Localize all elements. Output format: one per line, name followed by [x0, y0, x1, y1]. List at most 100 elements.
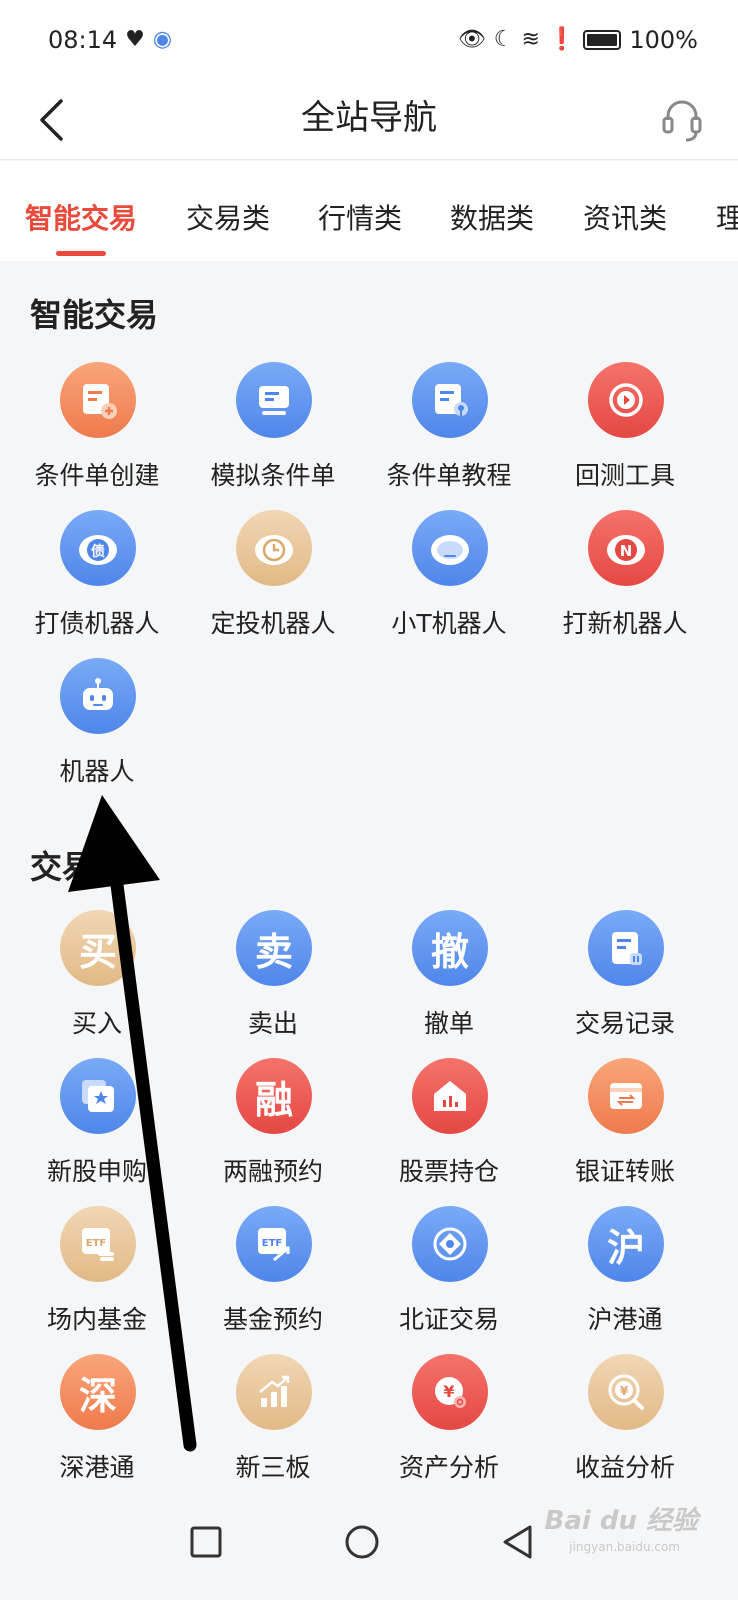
nav-item-fixed-investment-robot[interactable]: 定投机器人 — [181, 510, 365, 650]
circle-icon — [345, 1525, 379, 1559]
sh-hk-connect-icon: 沪 — [588, 1206, 664, 1282]
svg-text:债: 债 — [91, 543, 105, 560]
cancel-order-icon: 撤 — [412, 910, 488, 986]
nav-item-cancel-order[interactable]: 撤 撤单 — [357, 910, 541, 1050]
nav-item-stock-position[interactable]: 股票持仓 — [357, 1058, 541, 1198]
fixed-investment-robot-icon — [236, 510, 312, 586]
sz-hk-connect-icon: 深 — [60, 1354, 136, 1430]
fund-reserve-icon: ETF — [236, 1206, 312, 1282]
nav-item-condition-order-tutorial[interactable]: 条件单教程 — [357, 362, 541, 502]
item-label: 撤单 — [423, 1009, 474, 1038]
recent-apps-button[interactable] — [176, 1512, 236, 1572]
svg-text:¥: ¥ — [620, 1384, 629, 1398]
item-label: 模拟条件单 — [210, 461, 336, 490]
svg-text:¥: ¥ — [443, 1382, 454, 1401]
tab-trading[interactable]: 交易类 — [186, 197, 270, 237]
nav-item-buy[interactable]: 买 买入 — [5, 910, 189, 1050]
svg-text:ETF: ETF — [262, 1238, 282, 1249]
item-label: 卖出 — [247, 1009, 298, 1038]
header: 全站导航 — [0, 80, 738, 160]
nav-item-sz-hk-connect[interactable]: 深 深港通 — [5, 1354, 189, 1494]
item-label: 场内基金 — [46, 1305, 147, 1334]
nav-item-trade-record[interactable]: 交易记录 — [533, 910, 717, 1050]
nav-item-condition-order-create[interactable]: 条件单创建 — [5, 362, 189, 502]
item-label: 买入 — [71, 1009, 122, 1038]
tab-news[interactable]: 资讯类 — [583, 197, 667, 237]
nav-item-sell[interactable]: 卖 卖出 — [181, 910, 365, 1050]
stock-position-icon — [412, 1058, 488, 1134]
nav-item-asset-analysis[interactable]: ¥ 资产分析 — [357, 1354, 541, 1494]
section-title-smart-trading: 智能交易 — [30, 296, 159, 334]
item-label: 机器人 — [59, 757, 135, 786]
bse-trade-icon — [412, 1206, 488, 1282]
nav-item-neeq[interactable]: 新三板 — [181, 1354, 365, 1494]
bank-transfer-icon — [588, 1058, 664, 1134]
item-label: 沪港通 — [587, 1305, 663, 1334]
alert-icon: ❗ — [547, 27, 576, 52]
status-left: 08:14 ♥ ◉ — [48, 26, 172, 54]
sell-icon: 卖 — [236, 910, 312, 986]
nav-item-t-robot[interactable]: 小T机器人 — [357, 510, 541, 650]
item-label: 银证转账 — [574, 1157, 675, 1186]
item-label: 深港通 — [59, 1453, 135, 1482]
item-label: 打新机器人 — [562, 609, 688, 638]
condition-order-tutorial-icon — [412, 362, 488, 438]
eye-icon: 👁 — [457, 27, 486, 52]
home-button[interactable] — [332, 1512, 392, 1572]
item-label: 新三板 — [235, 1453, 311, 1482]
wifi-icon: ≋ — [521, 27, 540, 52]
tab-data[interactable]: 数据类 — [450, 197, 534, 237]
status-time: 08:14 — [48, 26, 118, 54]
item-label: 股票持仓 — [398, 1157, 499, 1186]
watermark-url: jingyan.baidu.com — [569, 1540, 680, 1554]
nav-item-bond-robot[interactable]: 债 打债机器人 — [5, 510, 189, 650]
square-icon — [190, 1526, 222, 1558]
tab-finance[interactable]: 理 — [716, 197, 738, 237]
nav-item-bank-transfer[interactable]: 银证转账 — [533, 1058, 717, 1198]
item-label: 回测工具 — [574, 461, 675, 490]
item-label: 北证交易 — [398, 1305, 499, 1334]
neeq-icon — [236, 1354, 312, 1430]
category-tabbar: 智能交易 交易类 行情类 数据类 资讯类 理 — [0, 161, 738, 261]
nav-item-fund-reserve[interactable]: ETF 基金预约 — [181, 1206, 365, 1346]
ipo-subscribe-icon — [60, 1058, 136, 1134]
item-label: 资产分析 — [398, 1453, 499, 1482]
item-label: 基金预约 — [222, 1305, 323, 1334]
trade-record-icon — [588, 910, 664, 986]
simulated-condition-order-icon — [236, 362, 312, 438]
back-nav-button[interactable] — [488, 1512, 548, 1572]
item-label: 新股申购 — [46, 1157, 147, 1186]
svg-text:N: N — [620, 542, 633, 560]
tab-market[interactable]: 行情类 — [318, 197, 402, 237]
item-label: 定投机器人 — [210, 609, 336, 638]
nav-item-margin-reserve[interactable]: 融 两融预约 — [181, 1058, 365, 1198]
item-label: 两融预约 — [222, 1157, 323, 1186]
asset-analysis-icon: ¥ — [412, 1354, 488, 1430]
nav-item-backtest-tool[interactable]: 回测工具 — [533, 362, 717, 502]
battery-percent: 100% — [629, 26, 698, 54]
backtest-tool-icon — [588, 362, 664, 438]
ipo-robot-icon: N — [588, 510, 664, 586]
tab-smart-trading[interactable]: 智能交易 — [25, 197, 137, 237]
item-label: 交易记录 — [574, 1009, 675, 1038]
moon-icon: ☾ — [493, 27, 514, 52]
etf-fund-icon: ETF — [60, 1206, 136, 1282]
heart-shield-icon: ♥ — [125, 27, 145, 52]
watermark-logo: Bai du 经验 — [544, 1506, 699, 1536]
section-title-trading: 交易 — [30, 848, 95, 886]
battery-icon — [583, 30, 622, 50]
status-bar: 08:14 ♥ ◉ 👁 ☾ ≋ ❗ 100% — [0, 0, 738, 80]
nav-item-bse-trade[interactable]: 北证交易 — [357, 1206, 541, 1346]
item-label: 收益分析 — [574, 1453, 675, 1482]
nav-item-etf-fund[interactable]: ETF 场内基金 — [5, 1206, 189, 1346]
customer-service-button[interactable] — [654, 92, 710, 148]
nav-item-simulated-condition-order[interactable]: 模拟条件单 — [181, 362, 365, 502]
page-title: 全站导航 — [301, 98, 437, 138]
app-notification-icon: ◉ — [152, 27, 173, 52]
nav-item-ipo-robot[interactable]: N 打新机器人 — [533, 510, 717, 650]
nav-item-profit-analysis[interactable]: ¥ 收益分析 — [533, 1354, 717, 1494]
nav-item-ipo-subscribe[interactable]: 新股申购 — [5, 1058, 189, 1198]
nav-item-sh-hk-connect[interactable]: 沪 沪港通 — [533, 1206, 717, 1346]
condition-order-create-icon — [60, 362, 136, 438]
nav-item-robot[interactable]: 机器人 — [5, 658, 189, 798]
